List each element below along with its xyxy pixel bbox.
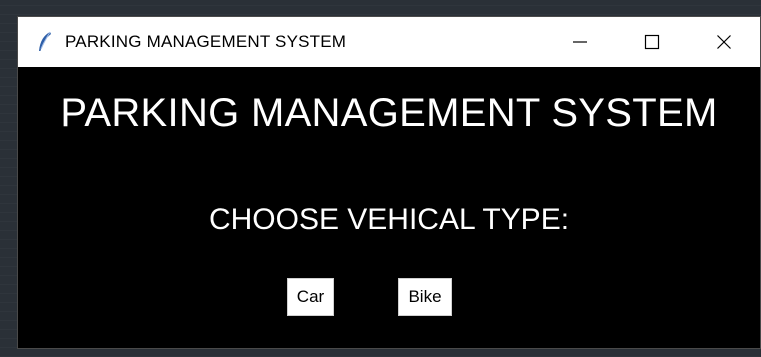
close-button[interactable] [688,17,760,67]
desktop-background: PARKING MANAGEMENT SYSTEM PARKING MANAGE… [0,0,761,357]
vehicle-type-prompt: CHOOSE VEHICAL TYPE: [208,203,570,236]
maximize-button[interactable] [616,17,688,67]
title-bar[interactable]: PARKING MANAGEMENT SYSTEM [18,17,760,67]
app-window: PARKING MANAGEMENT SYSTEM PARKING MANAGE… [17,16,761,349]
window-title: PARKING MANAGEMENT SYSTEM [65,32,347,51]
feather-icon [33,30,57,54]
car-button[interactable]: Car [287,278,334,316]
maximize-icon [644,34,660,50]
close-icon [717,35,731,49]
minimize-icon [573,41,587,43]
page-title: PARKING MANAGEMENT SYSTEM [60,91,718,135]
minimize-button[interactable] [544,17,616,67]
main-content: PARKING MANAGEMENT SYSTEM CHOOSE VEHICAL… [18,67,760,350]
bike-button[interactable]: Bike [398,278,452,316]
window-controls [544,17,760,67]
